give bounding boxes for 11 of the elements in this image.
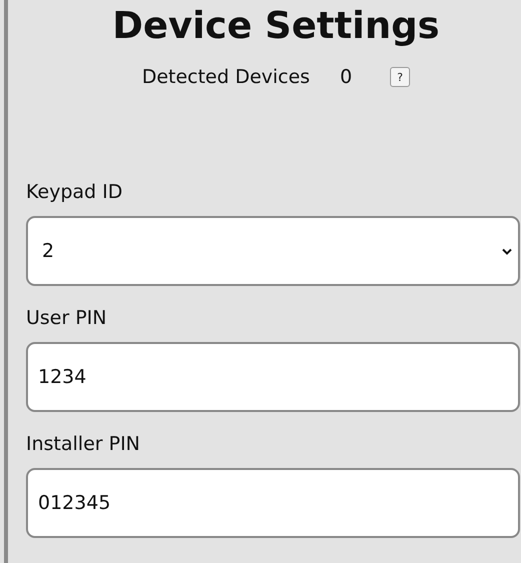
detected-devices-label: Detected Devices <box>142 66 310 88</box>
field-label: Keypad ID <box>26 180 124 205</box>
chevron-down-icon <box>502 248 512 254</box>
field-label: User PIN <box>26 306 108 331</box>
field-label: Installer PIN <box>26 432 142 457</box>
detected-devices-count: 0 <box>340 66 352 88</box>
input-field[interactable]: 1234 <box>26 342 520 412</box>
input-field[interactable]: 012345 <box>26 468 520 538</box>
page-title: Device Settings <box>111 3 441 49</box>
help-button[interactable]: ? <box>390 67 410 87</box>
dropdown-field[interactable]: 2 <box>26 216 520 286</box>
